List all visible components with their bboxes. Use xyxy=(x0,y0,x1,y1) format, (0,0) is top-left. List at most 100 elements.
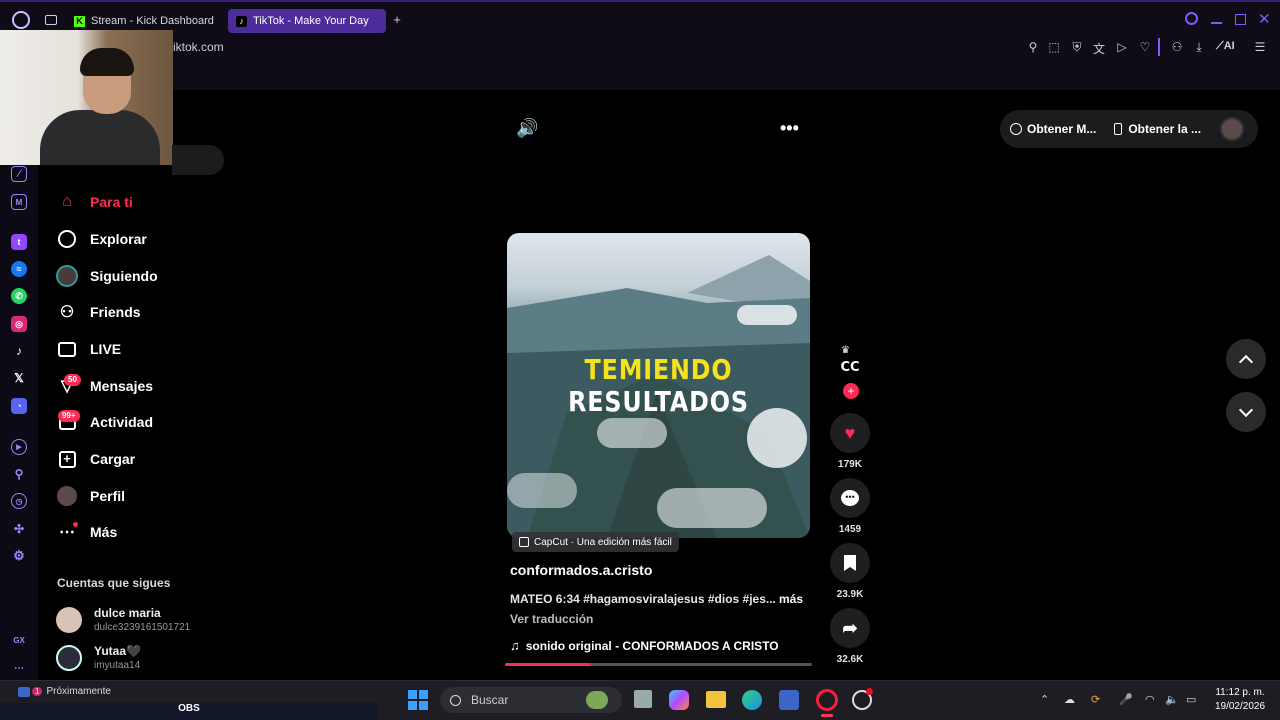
sync-icon[interactable]: ⟳ xyxy=(1091,693,1100,706)
get-app2-button[interactable]: Obtener la ... xyxy=(1128,122,1201,136)
player-icon[interactable]: ▶ xyxy=(11,439,27,455)
pin-icon[interactable]: ⚲ xyxy=(1025,40,1041,54)
previous-video-button[interactable] xyxy=(1226,339,1266,379)
wifi-icon[interactable]: ◠ xyxy=(1145,693,1155,706)
mail-icon[interactable]: M xyxy=(11,194,27,210)
volume-icon[interactable]: 🔊 xyxy=(516,118,538,139)
task-view-icon[interactable] xyxy=(634,690,652,708)
video-progress-bar[interactable] xyxy=(505,663,812,666)
more-options-icon[interactable]: ••• xyxy=(780,118,799,139)
onedrive-icon[interactable]: ☁ xyxy=(1064,693,1075,706)
cloud xyxy=(737,305,797,325)
followed-account[interactable]: dulce maria dulce3239161501721 xyxy=(56,606,190,633)
translate-link[interactable]: Ver traducción xyxy=(510,612,593,626)
tiktok-sidebar: ⌂ Para ti Explorar Siguiendo ⚇ Friends LIV… xyxy=(38,90,223,680)
pinboard-icon[interactable]: ⚲ xyxy=(11,466,27,482)
nav-live[interactable]: LIVE xyxy=(56,334,121,364)
download-icon[interactable]: ⤓ xyxy=(1191,40,1207,55)
copilot-icon[interactable] xyxy=(669,690,689,710)
messages-badge: 50 xyxy=(64,374,81,386)
video-author[interactable]: conformados.a.cristo xyxy=(510,562,652,578)
opera-gx-taskbar-icon[interactable] xyxy=(816,689,838,711)
rail-more-icon[interactable]: ⋯ xyxy=(11,660,27,676)
instagram-icon[interactable]: ◎ xyxy=(11,316,27,332)
taskbar-search[interactable]: Buscar xyxy=(440,687,622,713)
tiktok-icon[interactable]: ♪ xyxy=(11,343,27,359)
snapshot-icon[interactable]: ⬚ xyxy=(1046,40,1062,54)
upcoming-widget[interactable]: 1 Próximamente xyxy=(18,686,111,697)
live-icon xyxy=(56,338,78,360)
speaker-icon[interactable]: 🔈 xyxy=(1165,693,1179,706)
kick-icon: K xyxy=(74,15,85,27)
shield-icon[interactable]: ⛨ xyxy=(1069,40,1085,55)
cloud xyxy=(597,418,667,448)
whatsapp-icon[interactable]: ✆ xyxy=(11,288,27,304)
heart-icon: ♥ xyxy=(844,422,856,443)
heart-outline-icon[interactable]: ♡ xyxy=(1137,40,1153,54)
easy-setup-icon[interactable]: ☰ xyxy=(1252,40,1268,54)
tray-chevron-icon[interactable]: ⌃ xyxy=(1040,693,1049,706)
edge-icon[interactable] xyxy=(742,690,762,710)
phone-icon xyxy=(1114,123,1123,135)
crown-icon: ♛ xyxy=(841,345,850,356)
store-icon[interactable] xyxy=(779,690,799,710)
opera-logo-icon[interactable] xyxy=(12,11,30,29)
x-icon[interactable]: 𝕏 xyxy=(11,370,27,386)
new-tab-button[interactable]: + xyxy=(390,13,404,27)
like-button[interactable]: ♥ xyxy=(830,413,870,453)
discord-icon[interactable]: ◔ xyxy=(11,398,27,414)
video-overlay-line2: RESULTADOS xyxy=(568,385,749,418)
taskbar-clock[interactable]: 11:12 p. m. 19/02/2026 xyxy=(1208,686,1272,714)
translate-icon[interactable]: 文 xyxy=(1091,40,1107,57)
next-video-button[interactable] xyxy=(1226,392,1266,432)
microphone-icon[interactable]: 🎤 xyxy=(1119,693,1133,706)
video-description: MATEO 6:34 #hagamosviralajesus #dios #je… xyxy=(510,592,776,606)
comment-button[interactable]: ••• xyxy=(830,478,870,518)
get-app-button[interactable]: Obtener M... xyxy=(1027,122,1096,136)
user-avatar[interactable] xyxy=(1220,117,1244,141)
nav-friends[interactable]: ⚇ Friends xyxy=(56,297,141,327)
compass-icon xyxy=(56,228,78,250)
battery-icon[interactable]: ▭ xyxy=(1186,693,1196,706)
ai-icon[interactable]: ⁄ xyxy=(11,166,27,182)
messenger-icon[interactable]: ≈ xyxy=(11,261,27,277)
nav-mas[interactable]: ⋯ Más xyxy=(56,517,117,547)
minimize-button[interactable] xyxy=(1211,22,1222,24)
close-window-button[interactable]: ✕ xyxy=(1258,10,1271,28)
account-icon[interactable]: ⚇ xyxy=(1169,40,1185,54)
nav-perfil[interactable]: Perfil xyxy=(56,481,125,511)
nav-cargar[interactable]: + Cargar xyxy=(56,444,135,474)
creator-avatar[interactable]: CC xyxy=(838,352,862,382)
file-explorer-icon[interactable] xyxy=(706,691,726,708)
search-tabs-icon[interactable] xyxy=(1185,12,1198,25)
follow-button[interactable]: + xyxy=(843,383,859,399)
nav-explorar[interactable]: Explorar xyxy=(56,224,147,254)
music-note-icon: ♫ xyxy=(510,638,520,653)
history-icon[interactable]: ◷ xyxy=(11,493,27,509)
extensions-icon[interactable]: ✣ xyxy=(11,521,27,537)
nav-siguiendo[interactable]: Siguiendo xyxy=(56,261,158,291)
capcut-tag[interactable]: CapCut · Una edición más fácil xyxy=(512,532,679,552)
music-link[interactable]: ♫ sonido original - CONFORMADOS A CRISTO xyxy=(510,638,779,653)
restore-button[interactable] xyxy=(1235,14,1246,25)
twitch-icon[interactable]: t xyxy=(11,234,27,250)
taskbar-active-indicator xyxy=(821,714,833,717)
settings-icon[interactable]: ⚙ xyxy=(11,548,27,564)
tab-tiktok[interactable]: ♪ TikTok - Make Your Day xyxy=(228,9,386,33)
send-icon[interactable]: ▷ xyxy=(1114,40,1130,54)
workspace-icon[interactable] xyxy=(45,15,57,25)
nav-para-ti[interactable]: ⌂ Para ti xyxy=(56,187,133,217)
share-button[interactable]: ➦ xyxy=(830,608,870,648)
recording-dot-icon xyxy=(866,688,873,695)
toolbar-divider xyxy=(1158,38,1160,56)
upcoming-badge: 1 xyxy=(32,687,43,696)
description-more-link[interactable]: más xyxy=(779,592,803,606)
aria-ai-button[interactable]: ⟋AI xyxy=(1216,40,1235,53)
address-url[interactable]: iktok.com xyxy=(173,40,224,54)
save-button[interactable] xyxy=(830,543,870,583)
followed-account[interactable]: Yutaa🖤 imyutaa14 xyxy=(56,644,141,671)
video-player[interactable]: TEMIENDO RESULTADOS xyxy=(507,233,810,538)
like-count: 179K xyxy=(838,459,862,470)
gx-icon[interactable]: GX xyxy=(11,632,27,648)
windows-start-icon[interactable] xyxy=(408,690,428,710)
